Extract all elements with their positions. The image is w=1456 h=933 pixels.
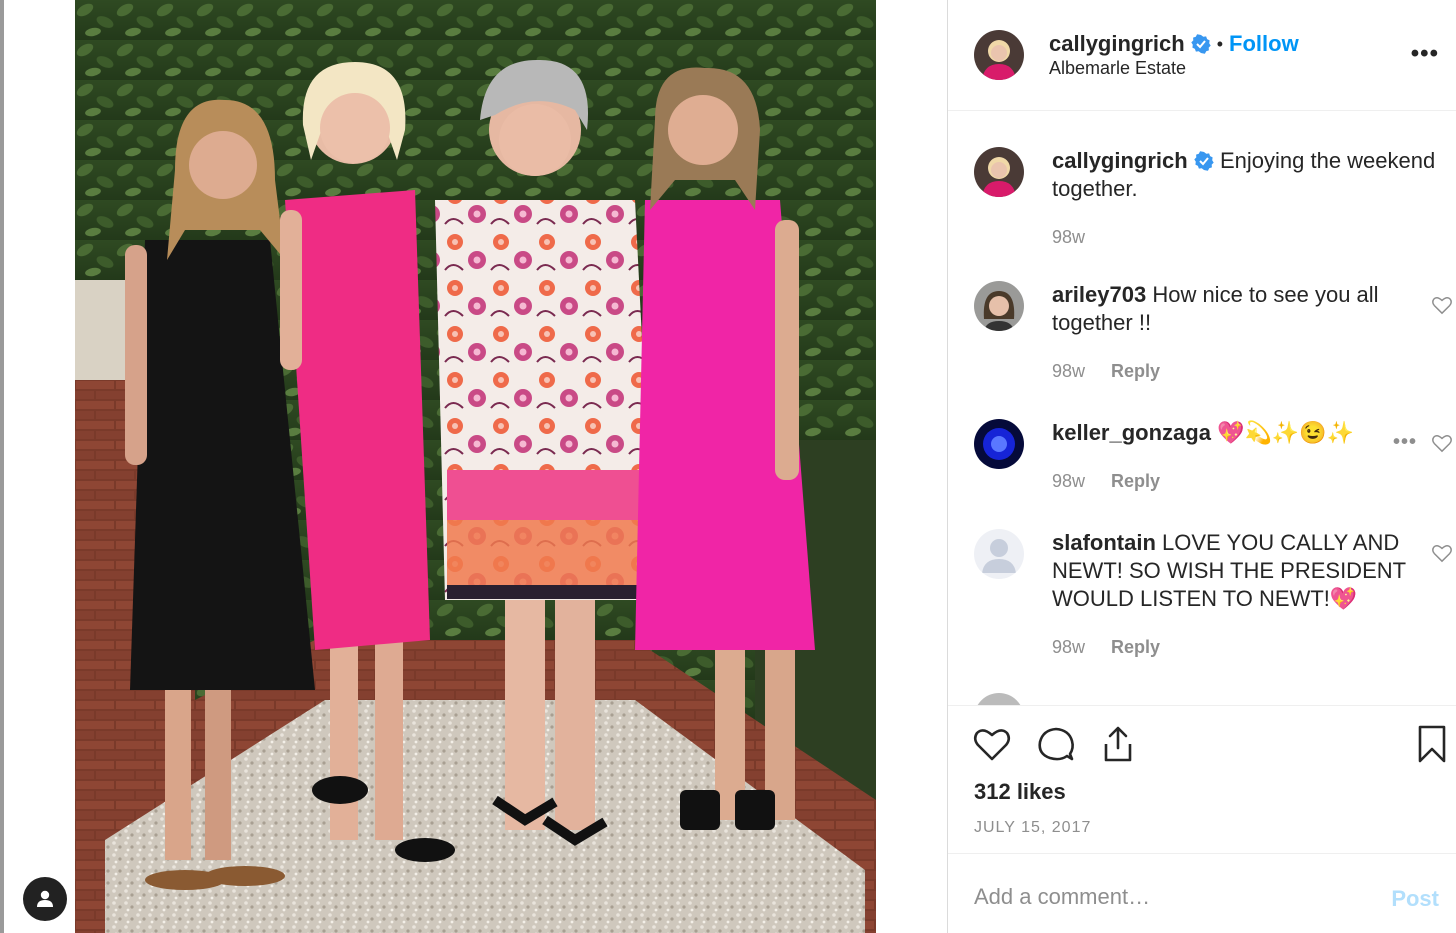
user-icon (37, 890, 53, 907)
profile-photo (974, 419, 1024, 469)
username-link[interactable]: callygingrich (1049, 31, 1185, 57)
default-avatar-icon (974, 529, 1024, 579)
avatar[interactable] (974, 281, 1024, 331)
share-icon[interactable] (1098, 724, 1138, 764)
verified-badge-icon (1194, 151, 1214, 171)
reply-button[interactable]: Reply (1111, 361, 1160, 382)
comment-icon[interactable] (1036, 724, 1076, 764)
caption-meta: 98w (1052, 227, 1085, 248)
location-link[interactable]: Albemarle Estate (1049, 58, 1186, 79)
comment-meta: 98w Reply (1052, 471, 1160, 492)
profile-photo (974, 30, 1024, 80)
comment-text-block: keller_gonzaga 💖💫✨😉✨ (1052, 419, 1447, 447)
header-user-line: callygingrich • Follow (1049, 31, 1299, 57)
comment-like-icon[interactable] (1431, 543, 1453, 563)
account-button[interactable] (23, 877, 67, 921)
comment-options-icon[interactable]: ••• (1393, 431, 1417, 454)
post-sidebar: callygingrich • Follow Albemarle Estate … (947, 0, 1456, 933)
reply-button[interactable]: Reply (1111, 637, 1160, 658)
comment-text-block: slafontain LOVE YOU CALLY AND NEWT! SO W… (1052, 529, 1447, 613)
profile-photo (974, 147, 1024, 197)
comment-username[interactable]: ariley703 (1052, 282, 1146, 307)
avatar[interactable] (974, 147, 1024, 197)
group-photo-illustration (75, 0, 876, 933)
post-date: JULY 15, 2017 (974, 819, 1092, 836)
separator-dot: • (1216, 33, 1224, 54)
comment-text: 💖💫✨😉✨ (1217, 420, 1355, 445)
add-comment-bar: Post (948, 853, 1456, 933)
comments-list[interactable]: callygingrich Enjoying the weekend toget… (948, 111, 1456, 705)
comment-meta: 98w Reply (1052, 637, 1160, 658)
instagram-post-view: callygingrich • Follow Albemarle Estate … (0, 0, 1456, 933)
timestamp[interactable]: 98w (1052, 361, 1085, 382)
avatar[interactable] (974, 529, 1024, 579)
timestamp[interactable]: 98w (1052, 471, 1085, 492)
timestamp[interactable]: 98w (1052, 637, 1085, 658)
comment-username[interactable]: slafontain (1052, 530, 1156, 555)
profile-photo (974, 281, 1024, 331)
content-gap (876, 0, 947, 933)
avatar[interactable] (974, 30, 1024, 80)
comment-like-icon[interactable] (1431, 295, 1453, 315)
comment-username[interactable]: callygingrich (1052, 148, 1188, 173)
post-comment-button[interactable]: Post (1391, 886, 1439, 912)
comment-username[interactable]: keller_gonzaga (1052, 420, 1211, 445)
comment-meta: 98w Reply (1052, 361, 1160, 382)
follow-button[interactable]: Follow (1229, 31, 1299, 57)
heart-icon[interactable] (972, 724, 1012, 764)
comment-like-icon[interactable] (1431, 433, 1453, 453)
comment-input[interactable] (974, 884, 1374, 910)
more-options-icon[interactable]: ••• (1411, 40, 1439, 68)
post-actions: 312 likes JULY 15, 2017 (948, 705, 1456, 853)
post-photo[interactable] (75, 0, 876, 933)
post-header: callygingrich • Follow Albemarle Estate … (948, 0, 1456, 111)
likes-count[interactable]: 312 likes (974, 779, 1066, 805)
caption-text-block: callygingrich Enjoying the weekend toget… (1052, 147, 1447, 203)
avatar[interactable] (974, 693, 1024, 705)
avatar[interactable] (974, 419, 1024, 469)
timestamp[interactable]: 98w (1052, 227, 1085, 248)
comment-text-block: ariley703 How nice to see you all togeth… (1052, 281, 1447, 337)
verified-badge-icon (1191, 34, 1211, 54)
left-margin (4, 0, 75, 933)
reply-button[interactable]: Reply (1111, 471, 1160, 492)
bookmark-icon[interactable] (1412, 724, 1452, 764)
